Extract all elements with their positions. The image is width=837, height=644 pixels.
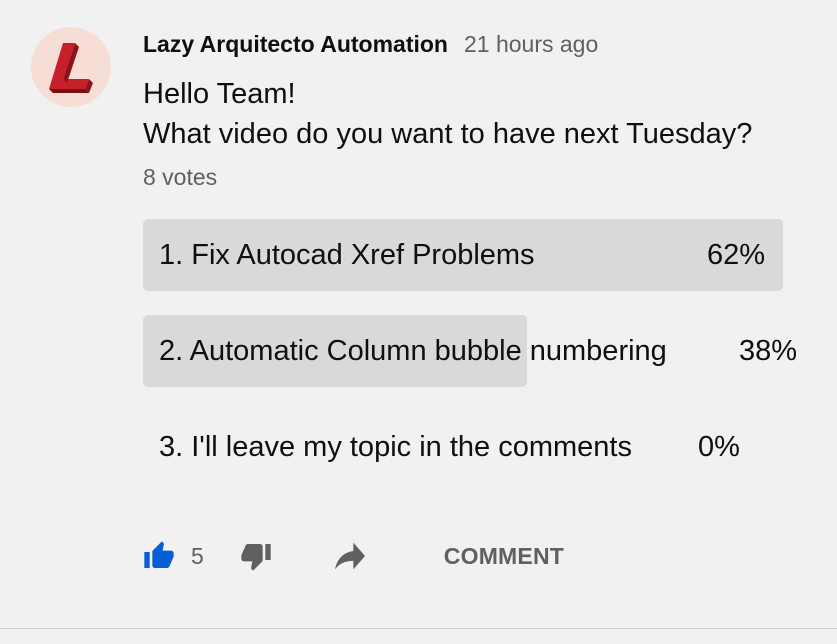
- post-text: Hello Team! What video do you want to ha…: [143, 74, 752, 154]
- poll-option-label: 1. Fix Autocad Xref Problems: [159, 238, 535, 271]
- post-text-line: Hello Team!: [143, 78, 296, 110]
- poll-option-label: 3. I'll leave my topic in the comments: [159, 430, 632, 463]
- share-button[interactable]: [330, 539, 370, 573]
- thumbs-down-icon: [241, 544, 271, 571]
- share-arrow-icon: [334, 542, 365, 570]
- post-header: Lazy Arquitecto Automation 21 hours ago: [143, 31, 598, 58]
- poll-option-1[interactable]: 1. Fix Autocad Xref Problems 62%: [143, 219, 803, 291]
- poll-option-percent: 0%: [698, 430, 740, 463]
- comment-button[interactable]: COMMENT: [444, 543, 564, 570]
- poll-option-label: 2. Automatic Column bubble numbering: [159, 334, 667, 367]
- poll-option-percent: 62%: [707, 238, 766, 271]
- vote-count: 8 votes: [143, 164, 218, 190]
- poll: 1. Fix Autocad Xref Problems 62% 2. Auto…: [143, 219, 803, 507]
- divider: [0, 628, 837, 629]
- poll-option-2[interactable]: 2. Automatic Column bubble numbering 38%: [143, 315, 803, 387]
- thumbs-up-icon: [144, 541, 174, 568]
- author-name[interactable]: Lazy Arquitecto Automation: [143, 31, 448, 58]
- post-timestamp[interactable]: 21 hours ago: [464, 31, 598, 58]
- dislike-button[interactable]: [240, 540, 272, 572]
- channel-logo-icon: [49, 43, 93, 93]
- post-text-line: What video do you want to have next Tues…: [143, 118, 753, 150]
- like-count: 5: [191, 542, 204, 569]
- channel-avatar[interactable]: [31, 27, 111, 107]
- action-bar: 5 COMMENT: [143, 534, 564, 578]
- like-button[interactable]: [143, 540, 175, 572]
- poll-option-percent: 38%: [739, 334, 798, 367]
- poll-option-3[interactable]: 3. I'll leave my topic in the comments 0…: [143, 411, 803, 483]
